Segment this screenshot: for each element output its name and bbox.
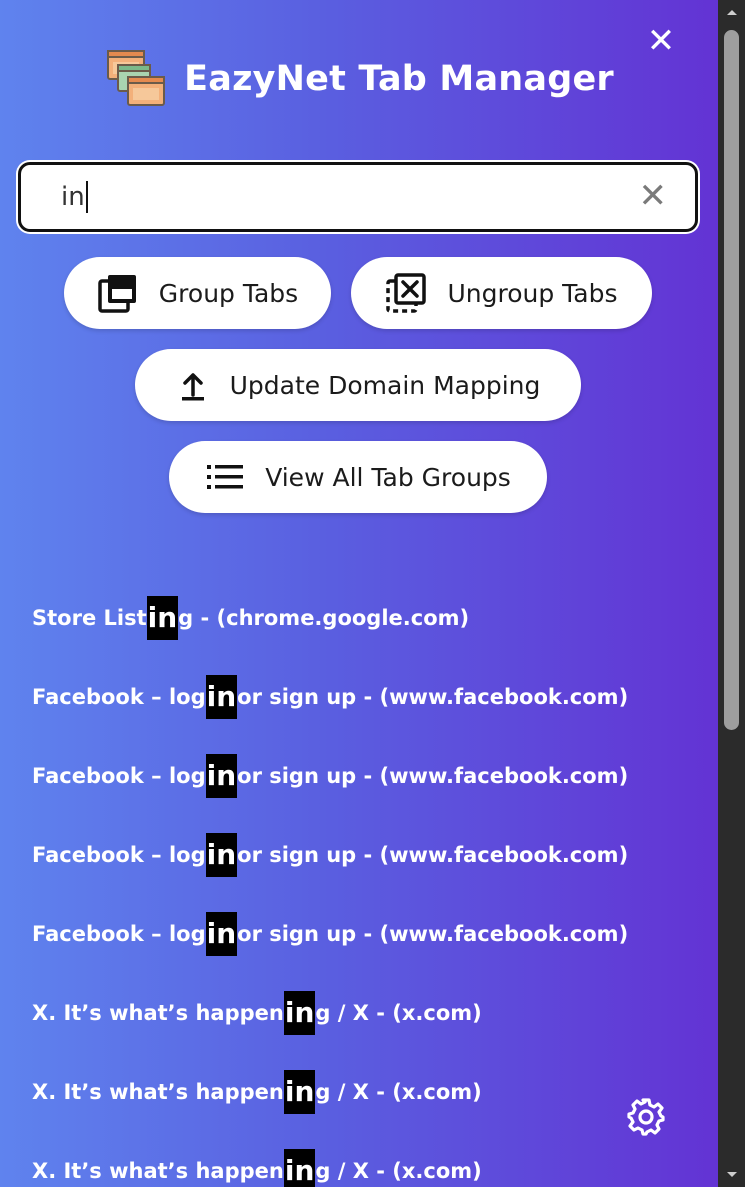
- result-match-highlight: in: [283, 1069, 316, 1114]
- result-text-before: Facebook – log: [32, 921, 206, 946]
- search-input[interactable]: in: [61, 181, 88, 213]
- result-text-before: X. It’s what’s happen: [32, 1079, 284, 1104]
- result-text-before: Facebook – log: [32, 684, 206, 709]
- result-text-before: Store List: [32, 605, 147, 630]
- search-result-item[interactable]: X. It’s what’s happen in g / X - (x.com): [32, 1052, 698, 1131]
- ungroup-tabs-icon: [386, 273, 427, 313]
- search-result-item[interactable]: Store List in g - (chrome.google.com): [32, 578, 698, 657]
- result-text-before: X. It’s what’s happen: [32, 1158, 284, 1183]
- result-text-after: g / X - (x.com): [315, 1158, 482, 1183]
- update-domain-mapping-button[interactable]: Update Domain Mapping: [135, 349, 581, 421]
- result-text-after: g / X - (x.com): [315, 1079, 482, 1104]
- result-text-after: or sign up - (www.facebook.com): [237, 763, 629, 788]
- ungroup-tabs-button[interactable]: Ungroup Tabs: [351, 257, 652, 329]
- tab-manager-popup: ✕ EazyNet Tab Manager in ✕ Group Tabs Un…: [0, 0, 718, 1187]
- search-result-item[interactable]: Facebook – log in or sign up - (www.face…: [32, 736, 698, 815]
- group-tabs-icon: [98, 275, 136, 313]
- search-result-item[interactable]: Facebook – log in or sign up - (www.face…: [32, 815, 698, 894]
- result-match-highlight: in: [146, 595, 179, 640]
- clear-icon: ✕: [638, 176, 668, 216]
- clear-search-button[interactable]: ✕: [639, 176, 668, 216]
- result-match-highlight: in: [205, 674, 238, 719]
- settings-gear-icon[interactable]: [626, 1097, 666, 1137]
- search-result-item[interactable]: X. It’s what’s happen in g / X - (x.com): [32, 1131, 698, 1187]
- text-caret: [85, 181, 88, 213]
- result-match-highlight: in: [205, 911, 238, 956]
- view-all-tab-groups-button[interactable]: View All Tab Groups: [169, 441, 547, 513]
- search-results-list: Store List in g - (chrome.google.com) Face…: [32, 578, 698, 1187]
- header: EazyNet Tab Manager: [0, 44, 718, 114]
- view-all-tab-groups-label: View All Tab Groups: [265, 462, 511, 492]
- result-text-after: g / X - (x.com): [315, 1000, 482, 1025]
- result-match-highlight: in: [205, 753, 238, 798]
- result-text-after: or sign up - (www.facebook.com): [237, 921, 629, 946]
- group-tabs-button[interactable]: Group Tabs: [64, 257, 331, 329]
- update-domain-mapping-label: Update Domain Mapping: [229, 370, 541, 400]
- upload-icon: [181, 373, 204, 401]
- search-input-value: in: [61, 182, 85, 212]
- group-tabs-label: Group Tabs: [158, 278, 299, 308]
- result-text-after: or sign up - (www.facebook.com): [237, 842, 629, 867]
- list-icon: [207, 465, 244, 489]
- search-result-item[interactable]: Facebook – log in or sign up - (www.face…: [32, 657, 698, 736]
- result-text-before: X. It’s what’s happen: [32, 1000, 284, 1025]
- result-match-highlight: in: [205, 832, 238, 877]
- result-match-highlight: in: [283, 990, 316, 1035]
- result-text-before: Facebook – log: [32, 842, 206, 867]
- result-match-highlight: in: [283, 1148, 316, 1187]
- result-text-before: Facebook – log: [32, 763, 206, 788]
- search-result-item[interactable]: X. It’s what’s happen in g / X - (x.com): [32, 973, 698, 1052]
- result-text-after: g - (chrome.google.com): [178, 605, 470, 630]
- app-title: EazyNet Tab Manager: [184, 59, 614, 99]
- scroll-up-arrow-icon[interactable]: [718, 2, 745, 22]
- scrollbar-thumb[interactable]: [724, 30, 739, 730]
- vertical-scrollbar[interactable]: [718, 0, 745, 1187]
- search-result-item[interactable]: Facebook – log in or sign up - (www.face…: [32, 894, 698, 973]
- scroll-down-arrow-icon[interactable]: [718, 1165, 745, 1185]
- ungroup-tabs-label: Ungroup Tabs: [447, 278, 618, 308]
- browser-windows-logo-icon: [107, 50, 166, 106]
- result-text-after: or sign up - (www.facebook.com): [237, 684, 629, 709]
- search-box[interactable]: in ✕: [18, 162, 698, 232]
